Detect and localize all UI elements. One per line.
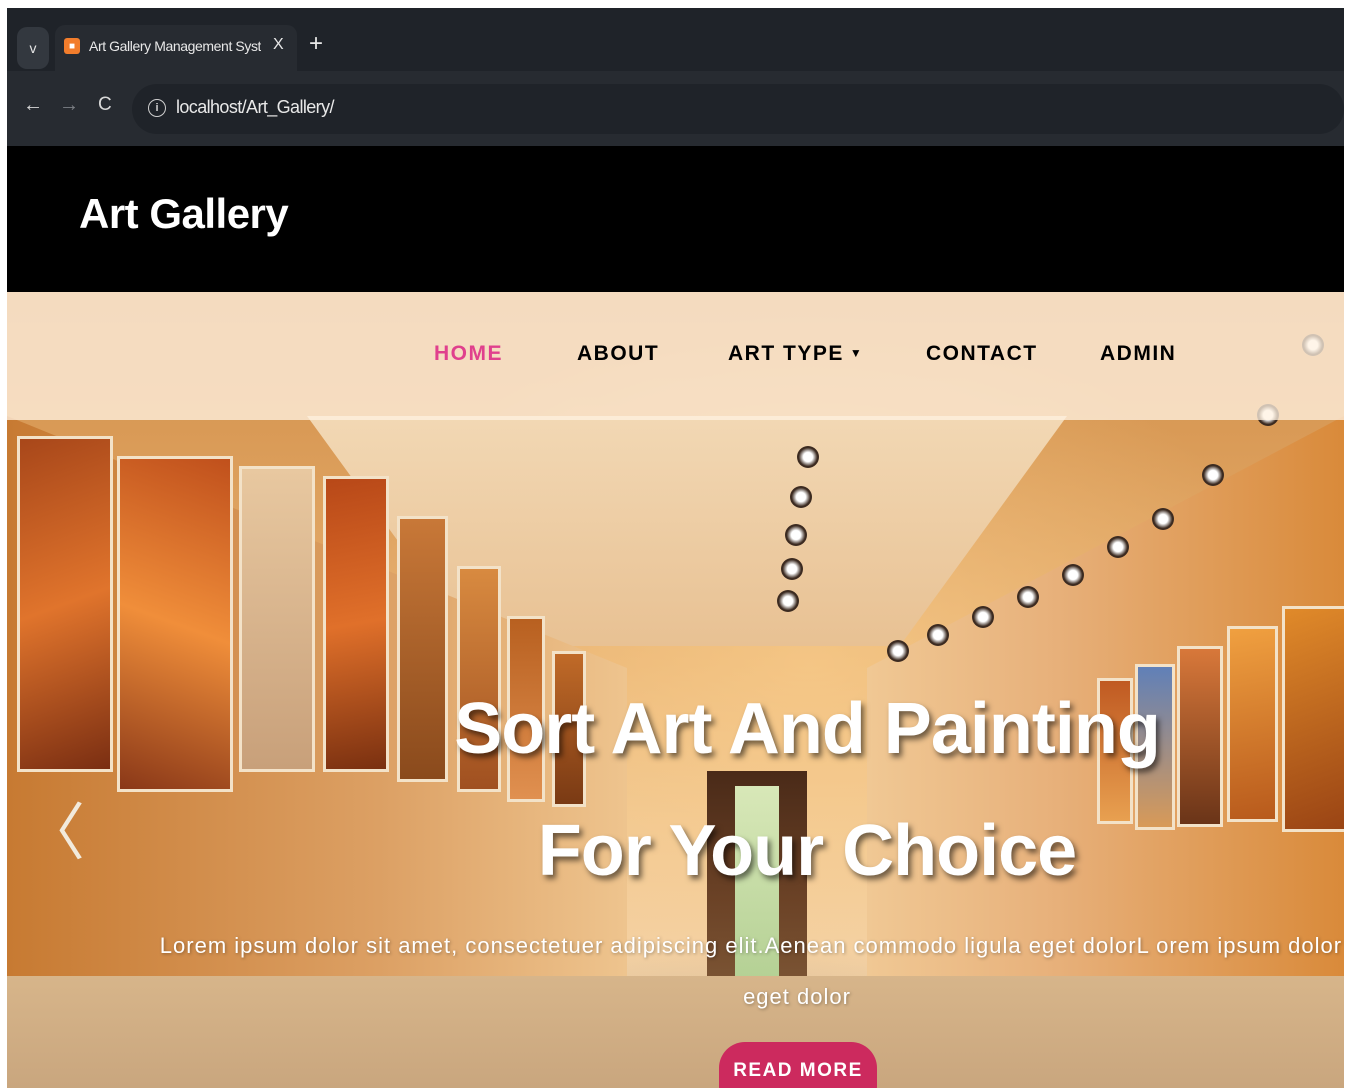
- caret-down-icon: ▼: [849, 346, 864, 360]
- back-arrow-icon[interactable]: ←: [23, 95, 43, 115]
- painting: [1282, 606, 1344, 832]
- xampp-favicon-icon: ■: [64, 38, 80, 54]
- spotlight-icon: [1152, 508, 1174, 530]
- painting: [323, 476, 389, 772]
- spotlight-icon: [1107, 536, 1129, 558]
- tab-title: Art Gallery Management System: [89, 38, 261, 54]
- hero-title-line2: For Your Choice: [537, 811, 1077, 891]
- painting: [17, 436, 113, 772]
- site-info-icon[interactable]: i: [148, 99, 166, 117]
- spotlight-icon: [1062, 564, 1084, 586]
- spotlight-icon: [887, 640, 909, 662]
- read-more-button[interactable]: READ MORE: [719, 1042, 877, 1088]
- nav-home[interactable]: HOME: [434, 342, 503, 366]
- painting: [1227, 626, 1278, 822]
- painting: [117, 456, 233, 792]
- browser-toolbar: ← → C i localhost/Art_Gallery/: [7, 71, 1344, 146]
- site-logo[interactable]: Art Gallery: [79, 190, 289, 238]
- site-header: Art Gallery: [7, 146, 1344, 292]
- spotlight-icon: [797, 446, 819, 468]
- spotlight-icon: [790, 486, 812, 508]
- spotlight-icon: [1202, 464, 1224, 486]
- chevron-down-icon: v: [29, 40, 37, 56]
- address-bar[interactable]: i localhost/Art_Gallery/: [132, 84, 1344, 134]
- spotlight-icon: [785, 524, 807, 546]
- spotlight-icon: [1017, 586, 1039, 608]
- tab-search-button[interactable]: v: [17, 27, 49, 69]
- page-viewport: Art Gallery HOME ABOUT ART TYPE ▼ CONTACT…: [7, 146, 1344, 1088]
- nav-about[interactable]: ABOUT: [577, 342, 659, 366]
- spotlight-icon: [781, 558, 803, 580]
- new-tab-button[interactable]: +: [309, 32, 323, 56]
- browser-tab-bar: v ■ Art Gallery Management System X +: [7, 8, 1344, 80]
- carousel-prev-icon[interactable]: 〈: [23, 802, 85, 864]
- hero-subtitle: Lorem ipsum dolor sit amet, consectetuer…: [159, 933, 1344, 1009]
- hero-title-line1: Sort Art And Painting: [454, 689, 1161, 769]
- url-text[interactable]: localhost/Art_Gallery/: [176, 97, 334, 118]
- hero-title: Sort Art And Painting For Your Choice: [387, 668, 1227, 912]
- nav-contact[interactable]: CONTACT: [926, 342, 1038, 366]
- nav-art-type-label: ART TYPE: [728, 342, 844, 365]
- tab-close-button[interactable]: X: [273, 36, 284, 54]
- painting: [239, 466, 315, 772]
- nav-admin[interactable]: ADMIN: [1100, 342, 1176, 366]
- spotlight-icon: [972, 606, 994, 628]
- reload-icon[interactable]: C: [98, 95, 112, 115]
- spotlight-icon: [777, 590, 799, 612]
- nav-art-type[interactable]: ART TYPE ▼: [728, 342, 863, 366]
- forward-arrow-icon[interactable]: →: [59, 95, 79, 115]
- spotlight-icon: [927, 624, 949, 646]
